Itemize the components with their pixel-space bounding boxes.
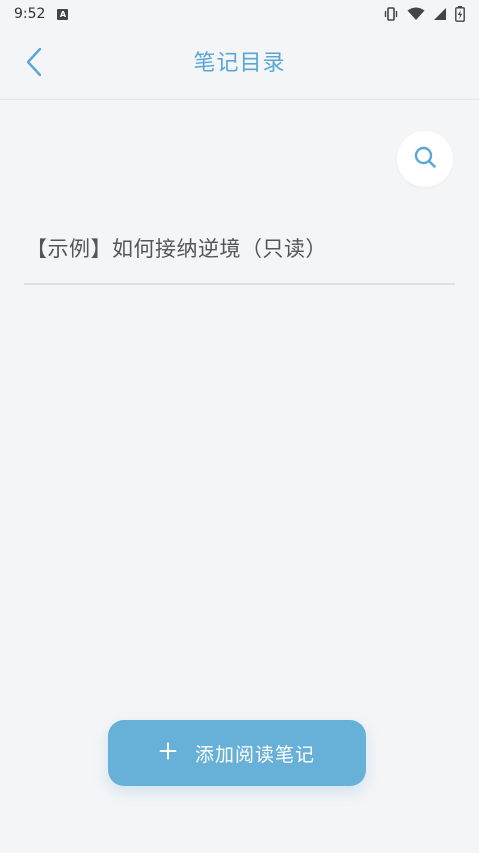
add-note-button[interactable]: 添加阅读笔记 — [108, 720, 366, 786]
status-time: 9:52 — [14, 6, 46, 22]
note-title: 【示例】如何接纳逆境（只读） — [26, 236, 327, 261]
search-icon — [413, 145, 437, 173]
signal-icon — [433, 7, 447, 21]
notification-badge-icon: A — [57, 8, 69, 20]
back-button[interactable] — [16, 46, 52, 82]
add-note-label: 添加阅读笔记 — [194, 743, 315, 766]
status-right — [383, 6, 465, 22]
screen: 9:52 A 笔记目录 【示例】如何接纳逆境（只读） 添加阅读笔记 — [0, 0, 479, 853]
wifi-icon — [407, 7, 425, 21]
chevron-left-icon — [24, 47, 44, 81]
battery-charging-icon — [455, 6, 465, 22]
search-button[interactable] — [397, 131, 453, 187]
plus-icon — [159, 742, 177, 764]
page-title: 笔记目录 — [193, 51, 286, 76]
list-item[interactable]: 【示例】如何接纳逆境（只读） — [24, 212, 455, 285]
note-list: 【示例】如何接纳逆境（只读） — [24, 212, 455, 285]
status-bar: 9:52 A — [0, 0, 479, 28]
vibrate-icon — [383, 7, 399, 21]
status-left: 9:52 A — [14, 6, 69, 22]
nav-bar: 笔记目录 — [0, 28, 479, 100]
